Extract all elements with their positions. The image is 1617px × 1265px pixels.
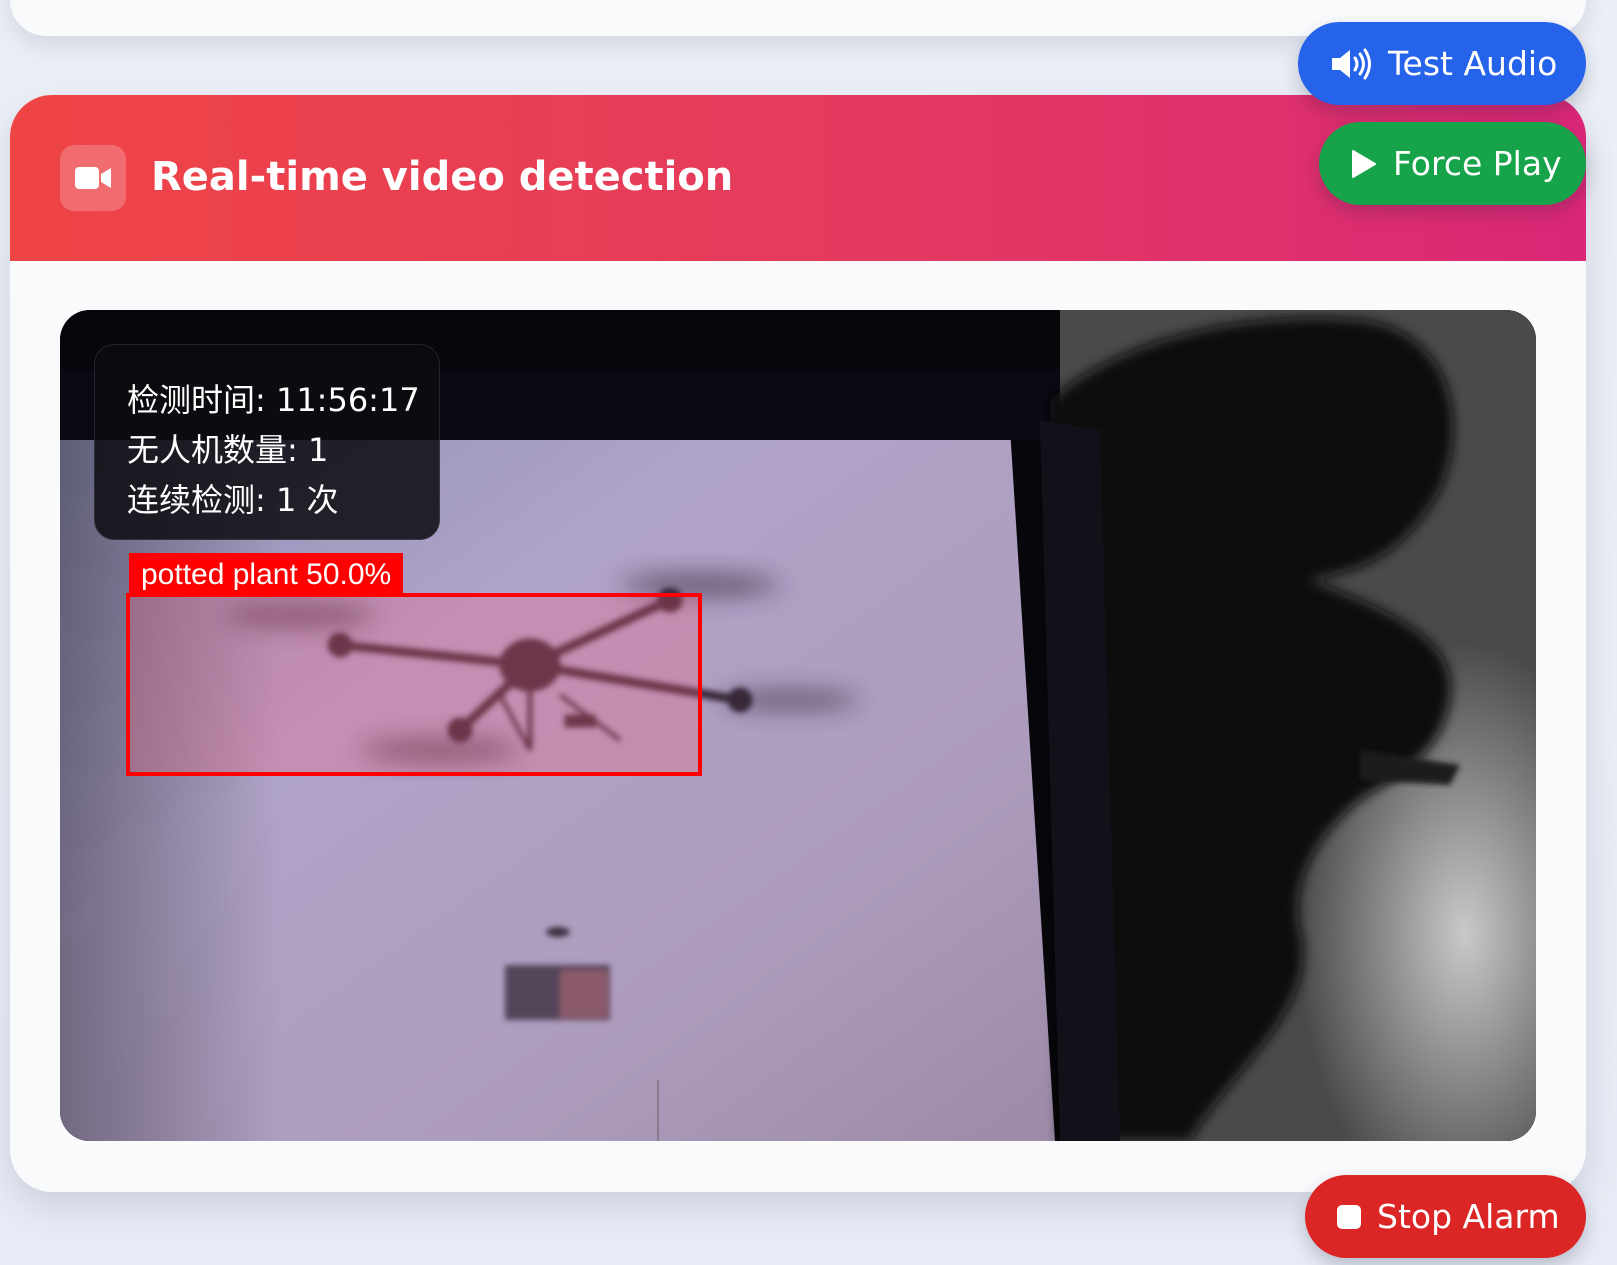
stop-alarm-label: Stop Alarm: [1377, 1197, 1560, 1236]
video-camera-icon: [60, 145, 126, 211]
detect-time-text: 检测时间: 11:56:17: [127, 381, 420, 419]
detection-bounding-box: [126, 593, 702, 776]
video-feed: 检测时间: 11:56:17 无人机数量: 1 连续检测: 1 次 potted…: [60, 310, 1536, 1141]
test-audio-button[interactable]: Test Audio: [1298, 22, 1586, 105]
speaker-icon: [1330, 48, 1372, 80]
video-detection-card: Real-time video detection 检测时间: 11:56:17…: [10, 95, 1586, 1192]
play-icon: [1351, 149, 1377, 179]
drone-count-text: 无人机数量: 1: [127, 431, 329, 469]
stop-icon: [1337, 1204, 1361, 1229]
detection-info-overlay: 检测时间: 11:56:17 无人机数量: 1 连续检测: 1 次: [94, 344, 440, 540]
consecutive-detection-text: 连续检测: 1 次: [127, 481, 339, 519]
detection-label: potted plant 50.0%: [129, 553, 404, 594]
stop-alarm-button[interactable]: Stop Alarm: [1305, 1175, 1586, 1258]
card-title: Real-time video detection: [151, 154, 734, 200]
test-audio-label: Test Audio: [1388, 44, 1558, 83]
force-play-button[interactable]: Force Play: [1319, 122, 1586, 205]
force-play-label: Force Play: [1393, 144, 1562, 183]
